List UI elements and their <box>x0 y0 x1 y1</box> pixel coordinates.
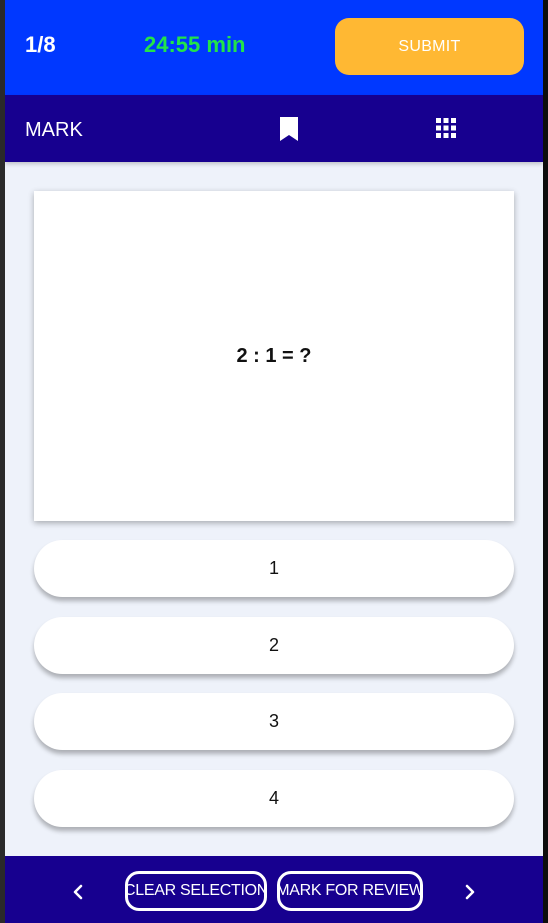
option-1[interactable]: 1 <box>34 540 514 597</box>
mark-for-review-button[interactable]: MARK FOR REVIEW <box>277 871 423 911</box>
bookmark-icon[interactable] <box>279 116 299 142</box>
top-bar: 1/8 24:55 min SUBMIT <box>5 0 543 95</box>
mark-label: MARK <box>25 119 83 141</box>
timer: 24:55 min <box>144 32 246 57</box>
submit-button[interactable]: SUBMIT <box>335 18 524 75</box>
option-2[interactable]: 2 <box>34 617 514 674</box>
chevron-left-icon[interactable] <box>71 882 85 902</box>
grid-icon[interactable] <box>436 118 456 138</box>
option-3[interactable]: 3 <box>34 693 514 750</box>
bottom-bar: CLEAR SELECTION MARK FOR REVIEW <box>5 856 543 923</box>
question-counter: 1/8 <box>25 32 56 57</box>
quiz-screen: 1/8 24:55 min SUBMIT MARK 2 : 1 = ? 1 2 … <box>5 0 543 923</box>
mark-toolbar: MARK <box>5 95 543 162</box>
option-4[interactable]: 4 <box>34 770 514 827</box>
right-edge <box>543 0 548 923</box>
question-card: 2 : 1 = ? <box>34 191 514 521</box>
question-text: 2 : 1 = ? <box>236 344 312 367</box>
chevron-right-icon[interactable] <box>463 882 477 902</box>
clear-selection-button[interactable]: CLEAR SELECTION <box>125 871 267 911</box>
